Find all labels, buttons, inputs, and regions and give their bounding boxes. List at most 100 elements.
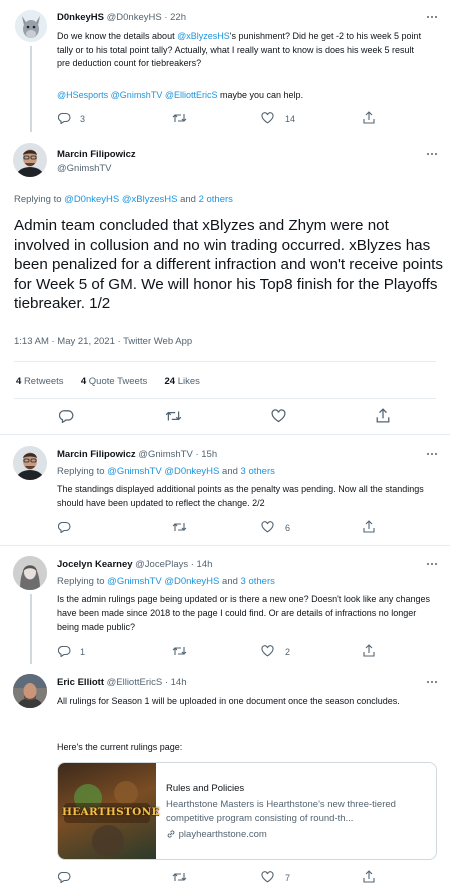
avatar-marcin-filipowicz[interactable] — [13, 143, 47, 177]
likes-stat[interactable]: 24 Likes — [165, 376, 200, 387]
replying-to-users[interactable]: @GnimshTV @D0nkeyHS — [107, 466, 219, 477]
reply1-like-count: 6 — [285, 523, 291, 533]
replying-to-others[interactable]: 3 others — [241, 466, 275, 477]
replying-to-and: and — [222, 466, 238, 477]
divider — [14, 361, 436, 362]
replying-to-label: Replying to — [57, 576, 105, 587]
reply2-author-name[interactable]: Jocelyn Kearney — [57, 559, 133, 570]
card-image: HEARTHSTONE — [58, 763, 160, 859]
person-avatar-icon — [13, 446, 47, 480]
replying-to-label: Replying to — [14, 194, 62, 205]
reply3-author-name[interactable]: Eric Elliott — [57, 677, 104, 688]
reply1-time[interactable]: · 15h — [195, 449, 217, 460]
tweet1-text-part: Do we know the details about — [57, 31, 178, 41]
share-icon[interactable] — [363, 520, 375, 533]
replying-to-users[interactable]: @GnimshTV @D0nkeyHS — [107, 576, 219, 587]
share-icon[interactable] — [376, 408, 390, 423]
reply2-header: Jocelyn Kearney @JocePlays · 14h — [57, 559, 212, 570]
tweet1-header: D0nkeyHS @D0nkeyHS · 22h — [57, 12, 437, 23]
likes-count: 24 — [164, 376, 176, 387]
main-author-handle[interactable]: @GnimshTV — [57, 163, 112, 174]
divider — [0, 545, 450, 546]
thread-line — [30, 46, 32, 132]
share-icon[interactable] — [363, 644, 375, 657]
tweet1-mentions-tail: maybe you can help. — [220, 90, 304, 100]
avatar-eric-elliott[interactable] — [13, 674, 47, 708]
link-card[interactable]: HEARTHSTONE Rules and Policies Hearthsto… — [57, 762, 437, 860]
reply-icon[interactable] — [59, 409, 74, 423]
replying-to-and: and — [222, 576, 238, 587]
reply3-author-handle[interactable]: @ElliottEricS — [107, 677, 163, 688]
retweet-icon[interactable] — [172, 645, 187, 657]
quotes-count: 4 — [80, 376, 87, 387]
more-options-icon[interactable] — [426, 677, 438, 687]
reply3-text-second: Here's the current rulings page: — [57, 742, 183, 752]
reply3-text: All rulings for Season 1 will be uploade… — [57, 696, 400, 706]
card-logo-text: HEARTHSTONE — [62, 806, 160, 818]
main-tweet-text: Admin team concluded that xBlyzes and Zh… — [14, 217, 443, 312]
like-icon[interactable] — [261, 112, 274, 124]
reply-icon[interactable] — [58, 112, 71, 124]
reply1-author-handle[interactable]: @GnimshTV — [138, 449, 193, 460]
mention-xblyzeshs[interactable]: @xBlyzesHS — [177, 31, 230, 41]
reply1-replying-to: Replying to @GnimshTV @D0nkeyHS and 3 ot… — [57, 466, 275, 477]
retweet-icon[interactable] — [172, 871, 187, 883]
card-description: Hearthstone Masters is Hearthstone's new… — [166, 799, 396, 824]
reply-icon[interactable] — [58, 521, 71, 533]
more-options-icon[interactable] — [426, 149, 438, 159]
divider — [14, 398, 436, 399]
link-icon — [166, 829, 176, 842]
avatar-jocelyn-kearney[interactable] — [13, 556, 47, 590]
retweets-stat[interactable]: 4 Retweets — [16, 376, 64, 387]
card-domain-row: playhearthstone.com — [166, 829, 267, 842]
mention-hsesports[interactable]: @HSesports — [57, 90, 108, 100]
more-options-icon[interactable] — [426, 12, 438, 22]
replying-to-users[interactable]: @D0nkeyHS @xBlyzesHS — [64, 194, 177, 205]
person-avatar-icon — [13, 674, 47, 708]
main-author-name[interactable]: Marcin Filipowicz — [57, 149, 136, 160]
tweet1-author-handle[interactable]: @D0nkeyHS — [107, 12, 162, 23]
replying-to-label: Replying to — [57, 466, 105, 477]
reply2-author-handle[interactable]: @JocePlays — [135, 559, 188, 570]
replying-to-others[interactable]: 3 others — [241, 576, 275, 587]
divider — [0, 434, 450, 435]
replying-to-others[interactable]: 2 others — [199, 194, 233, 205]
reply2-replying-to: Replying to @GnimshTV @D0nkeyHS and 3 ot… — [57, 576, 275, 587]
reply1-author-name[interactable]: Marcin Filipowicz — [57, 449, 136, 460]
replying-to-and: and — [180, 194, 196, 205]
tweet1-like-count: 14 — [285, 114, 296, 124]
tweet1-mentions: @HSesports @GnimshTV @ElliottEricS maybe… — [57, 89, 427, 103]
share-icon[interactable] — [363, 111, 375, 124]
reply-icon[interactable] — [58, 871, 71, 883]
reply-icon[interactable] — [58, 645, 71, 657]
reply2-time[interactable]: · 14h — [191, 559, 213, 570]
retweet-icon[interactable] — [165, 409, 182, 423]
mention-elliotterics[interactable]: @ElliottEricS — [165, 90, 218, 100]
main-tweet-meta[interactable]: 1:13 AM · May 21, 2021 · Twitter Web App — [14, 336, 192, 347]
like-icon[interactable] — [261, 871, 274, 883]
quotes-stat[interactable]: 4 Quote Tweets — [81, 376, 147, 387]
like-icon[interactable] — [261, 521, 274, 533]
more-options-icon[interactable] — [426, 449, 438, 459]
avatar-marcin-filipowicz[interactable] — [13, 446, 47, 480]
donkey-avatar-icon — [15, 10, 47, 42]
more-options-icon[interactable] — [426, 559, 438, 569]
tweet1-time[interactable]: · 22h — [164, 12, 186, 23]
tweet1-reply-count: 3 — [80, 114, 86, 124]
like-icon[interactable] — [261, 645, 274, 657]
retweet-icon[interactable] — [172, 521, 187, 533]
reply3-like-count: 7 — [285, 873, 291, 883]
retweet-icon[interactable] — [172, 112, 187, 124]
card-title: Rules and Policies — [166, 783, 245, 794]
reply1-text: The standings displayed additional point… — [57, 484, 424, 508]
reply3-header: Eric Elliott @ElliottEricS · 14h — [57, 677, 187, 688]
reply1-header: Marcin Filipowicz @GnimshTV · 15h — [57, 449, 217, 460]
avatar-d0nkeyhs[interactable] — [15, 10, 47, 42]
share-icon[interactable] — [363, 870, 375, 883]
like-icon[interactable] — [271, 409, 286, 423]
likes-label: Likes — [177, 376, 200, 387]
tweet1-author-name[interactable]: D0nkeyHS — [57, 12, 104, 23]
reply3-time[interactable]: · 14h — [165, 677, 187, 688]
tweet1-text: Do we know the details about @xBlyzesHS'… — [57, 30, 427, 71]
mention-gnimshtv[interactable]: @GnimshTV — [111, 90, 163, 100]
